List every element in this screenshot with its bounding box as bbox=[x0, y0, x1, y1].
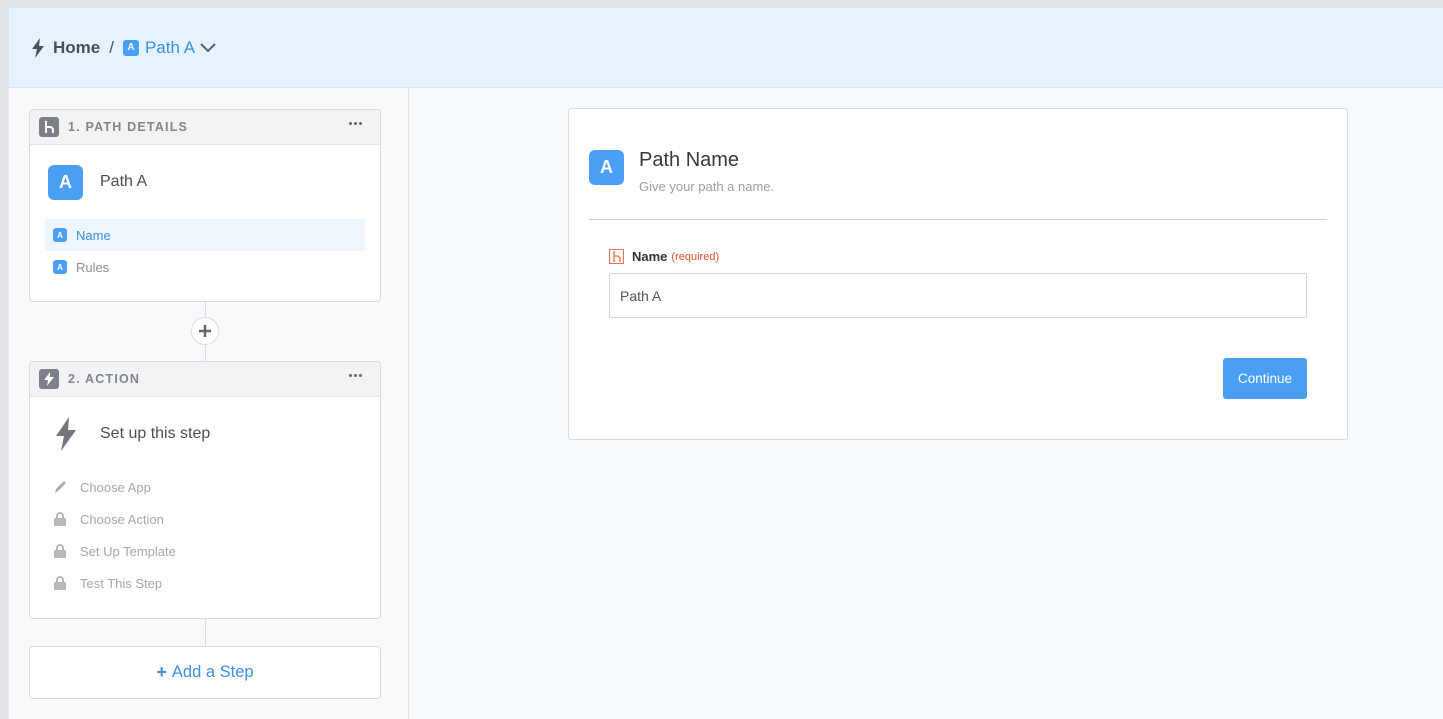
breadcrumb-path: Path A bbox=[144, 37, 196, 57]
app-window: Home / A Path A 1. PATH DETAILS A Path A bbox=[9, 8, 1443, 719]
more-options-icon[interactable] bbox=[349, 374, 362, 377]
sub-item-badge: A bbox=[53, 260, 67, 274]
bolt-icon bbox=[48, 417, 83, 452]
action-item-label: Choose Action bbox=[80, 511, 164, 527]
continue-button[interactable]: Continue bbox=[1223, 358, 1307, 399]
step-header: 1. PATH DETAILS bbox=[30, 110, 380, 145]
step-title: Set up this step bbox=[100, 425, 211, 442]
sub-item-rules[interactable]: A Rules bbox=[45, 251, 365, 283]
step-sub-list: A Name A Rules bbox=[30, 201, 380, 295]
sub-item-label: Name bbox=[76, 227, 111, 243]
action-item-label: Test This Step bbox=[80, 575, 163, 591]
step-connector bbox=[205, 619, 206, 646]
add-step-button[interactable]: + Add a Step bbox=[29, 646, 381, 699]
plus-icon bbox=[199, 325, 211, 337]
action-item-choose-action: Choose Action bbox=[45, 503, 365, 535]
add-step-label: Add a Step bbox=[171, 663, 254, 681]
name-field-label: Name bbox=[632, 249, 668, 264]
name-field-label-row: Name (required) bbox=[609, 249, 719, 264]
sub-item-label: Rules bbox=[76, 259, 110, 275]
sidebar: 1. PATH DETAILS A Path A A Name A Rules bbox=[9, 88, 409, 719]
lock-icon bbox=[53, 511, 67, 527]
name-input[interactable] bbox=[609, 273, 1307, 318]
panel-title: Path Name bbox=[639, 149, 740, 171]
lock-icon bbox=[53, 575, 67, 591]
action-item-choose-app[interactable]: Choose App bbox=[45, 471, 365, 503]
insert-step-button[interactable] bbox=[191, 317, 219, 345]
path-icon bbox=[39, 117, 59, 137]
action-sub-list: Choose App Choose Action Set Up Template bbox=[30, 453, 380, 611]
breadcrumb-separator: / bbox=[109, 37, 114, 57]
step-card-action: 2. ACTION Set up this step Choose App Ch… bbox=[29, 361, 381, 619]
sub-item-name[interactable]: A Name bbox=[45, 219, 365, 251]
step-header-label: 1. PATH DETAILS bbox=[68, 120, 189, 134]
bolt-icon bbox=[31, 37, 45, 58]
action-item-label: Choose App bbox=[80, 479, 151, 495]
step-title-row[interactable]: A Path A bbox=[30, 145, 380, 201]
step-title: Path A bbox=[100, 173, 148, 190]
required-tag: (required) bbox=[671, 250, 720, 263]
path-badge: A bbox=[122, 39, 139, 56]
pencil-icon bbox=[53, 479, 67, 495]
lock-icon bbox=[53, 543, 67, 559]
panel-badge: A bbox=[589, 150, 624, 185]
breadcrumb-home[interactable]: Home bbox=[53, 38, 100, 58]
step-header-label: 2. ACTION bbox=[68, 372, 141, 386]
divider bbox=[589, 219, 1327, 220]
step-card-path-details: 1. PATH DETAILS A Path A A Name A Rules bbox=[29, 109, 381, 302]
chevron-down-icon bbox=[200, 42, 216, 53]
panel-header: A Path Name Give your path a name. bbox=[589, 150, 774, 194]
step-title-row[interactable]: Set up this step bbox=[30, 397, 380, 453]
sub-item-badge: A bbox=[53, 228, 67, 242]
step-header: 2. ACTION bbox=[30, 362, 380, 397]
action-item-set-up-template: Set Up Template bbox=[45, 535, 365, 567]
path-name-panel: A Path Name Give your path a name. Name … bbox=[568, 108, 1348, 440]
plus-icon: + bbox=[156, 662, 167, 682]
bolt-icon bbox=[39, 369, 59, 389]
more-options-icon[interactable] bbox=[349, 122, 362, 125]
path-field-icon bbox=[609, 249, 624, 264]
panel-subtitle: Give your path a name. bbox=[639, 179, 775, 194]
top-header: Home / A Path A bbox=[9, 8, 1443, 88]
step-badge: A bbox=[48, 164, 83, 200]
breadcrumb-path-dropdown[interactable]: A Path A bbox=[122, 37, 216, 58]
action-item-label: Set Up Template bbox=[80, 543, 176, 559]
action-item-test-this-step: Test This Step bbox=[45, 567, 365, 599]
